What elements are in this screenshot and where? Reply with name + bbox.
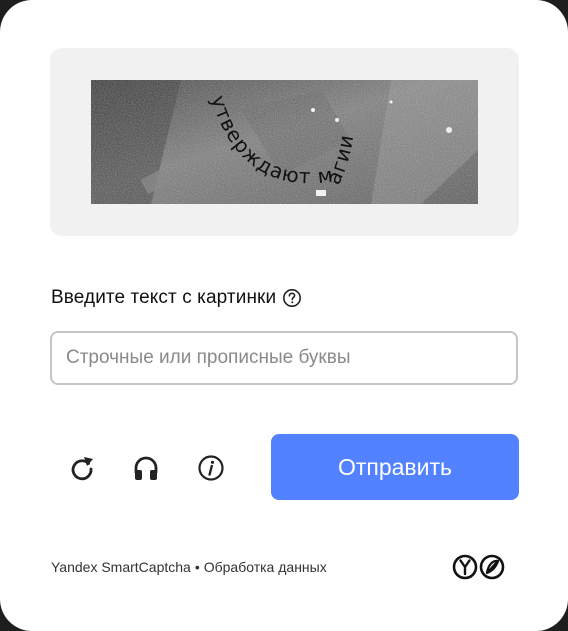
- prompt-row: Введите текст с картинки: [51, 286, 302, 310]
- smartcaptcha-link[interactable]: Yandex SmartCaptcha: [51, 559, 191, 575]
- info-icon: [198, 455, 224, 481]
- captcha-image-panel: утверждают магии: [50, 48, 519, 236]
- yandex-smartcaptcha-logo: [452, 554, 505, 580]
- question-circle-icon[interactable]: [282, 288, 302, 308]
- prompt-label: Введите текст с картинки: [51, 287, 277, 308]
- captcha-answer-input[interactable]: [50, 331, 518, 385]
- footer-separator: •: [194, 559, 200, 575]
- refresh-icon: [71, 457, 93, 481]
- submit-button[interactable]: Отправить: [271, 434, 519, 500]
- data-processing-link[interactable]: Обработка данных: [204, 559, 327, 575]
- footer: Yandex SmartCaptcha • Обработка данных: [51, 559, 327, 575]
- captcha-image: утверждают магии: [91, 80, 478, 204]
- captcha-card: утверждают магии Введите текст с картинк…: [0, 0, 568, 631]
- refresh-button[interactable]: [64, 450, 100, 486]
- info-button[interactable]: [193, 450, 229, 486]
- audio-captcha-button[interactable]: [128, 450, 164, 486]
- headphones-icon: [134, 456, 158, 480]
